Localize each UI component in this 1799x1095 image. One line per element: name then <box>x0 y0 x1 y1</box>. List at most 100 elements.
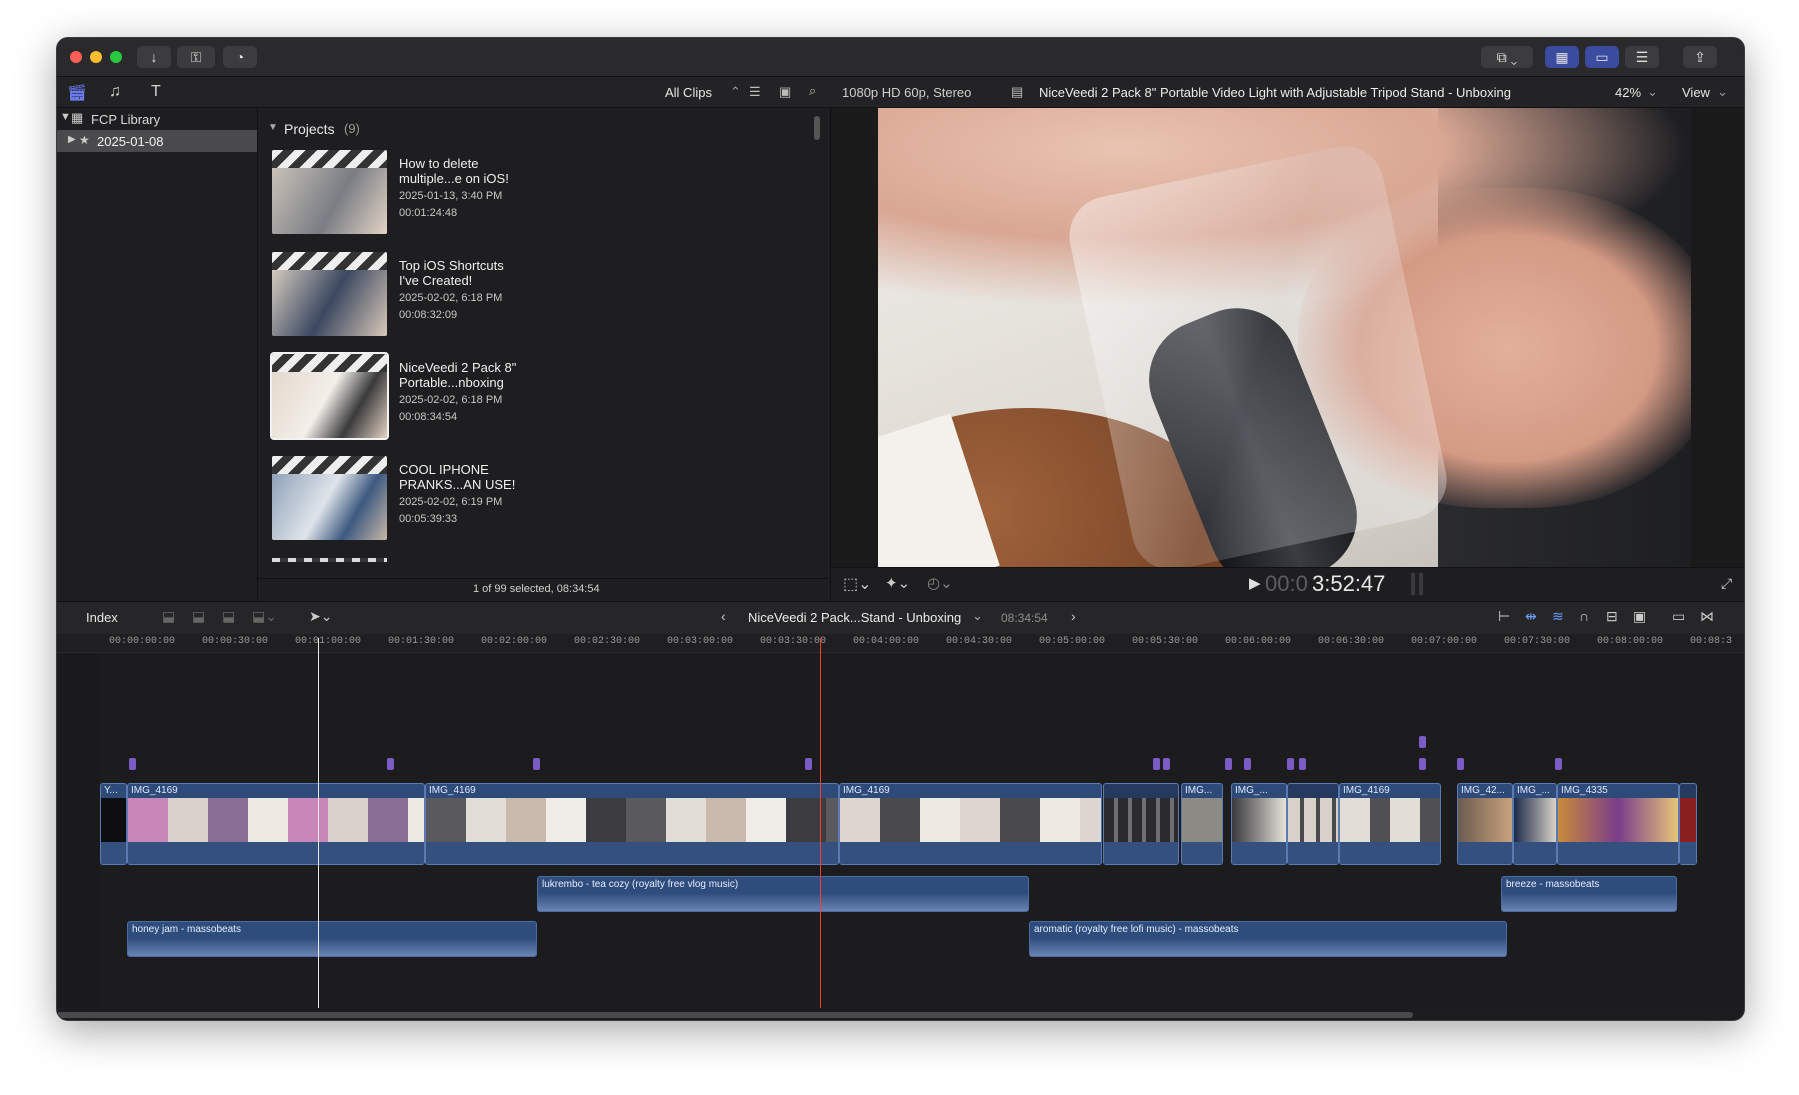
marker[interactable] <box>1419 758 1426 770</box>
view-menu[interactable]: View <box>1682 85 1710 100</box>
ruler-tick: 00:05:00:00 <box>1039 636 1106 647</box>
project-item[interactable]: Top iOS Shortcuts I've Created! 2025-02-… <box>272 252 732 348</box>
video-clip[interactable]: IMG_4169 <box>425 783 839 865</box>
marker[interactable] <box>1457 758 1464 770</box>
timeline-scrollbar[interactable] <box>57 1012 1413 1018</box>
event-row[interactable]: ▶ ★ 2025-01-08 <box>57 130 257 152</box>
timeline-left-gutter <box>57 653 99 1008</box>
video-clip[interactable]: IMG_4169 <box>127 783 425 865</box>
connect-clip-icon[interactable]: ⬓ <box>162 608 175 625</box>
browser-toggle-button[interactable]: ▦ <box>1545 46 1579 68</box>
waveform-icon[interactable]: ≋ <box>1552 608 1564 625</box>
clip-filter-menu[interactable]: All Clips <box>665 85 712 100</box>
index-button[interactable]: Index <box>86 610 118 625</box>
snapping-icon[interactable]: ⊟ <box>1606 608 1618 625</box>
forward-arrow-icon[interactable]: › <box>1071 608 1076 624</box>
viewer: ⬚⌄ ✦⌄ ◴⌄ ▶ 00:0 3:52:47 ⤢ <box>830 108 1744 601</box>
project-item-selected[interactable]: NiceVeedi 2 Pack 8" Portable...nboxing 2… <box>270 352 732 450</box>
transitions-icon[interactable]: ⋈ <box>1700 608 1714 625</box>
timeline-ruler[interactable]: 00:00:00:00 00:00:30:00 00:01:00:00 00:0… <box>57 634 1744 653</box>
back-arrow-icon[interactable]: ‹ <box>721 608 726 624</box>
photos-audio-icon[interactable]: ♫ <box>109 83 121 101</box>
clip-appearance-button[interactable]: ⧉ ⌄ <box>1481 46 1533 68</box>
marker[interactable] <box>1244 758 1251 770</box>
ruler-tick: 00:05:30:00 <box>1132 636 1199 647</box>
video-clip[interactable] <box>1679 783 1697 865</box>
share-button[interactable]: ⇪ <box>1683 46 1717 68</box>
marker[interactable] <box>1153 758 1160 770</box>
titles-generators-icon[interactable]: T <box>151 83 161 101</box>
ruler-tick: 00:06:00:00 <box>1225 636 1292 647</box>
marker[interactable] <box>1299 758 1306 770</box>
filmstrip-view-icon[interactable]: ▣ <box>779 84 791 100</box>
skimming-icon[interactable]: ⊢ <box>1498 608 1510 625</box>
video-clip[interactable]: IMG... <box>1181 783 1223 865</box>
minimize-window-button[interactable] <box>90 51 102 63</box>
marker[interactable] <box>387 758 394 770</box>
timecode-dim: 00:0 <box>1265 571 1308 596</box>
audio-skimming-icon[interactable]: ⇹ <box>1525 608 1537 625</box>
video-clip[interactable]: IMG_42... <box>1457 783 1513 865</box>
project-thumbnail <box>272 252 387 336</box>
video-clip[interactable]: IMG_4169 <box>839 783 1102 865</box>
timeline-toggle-button[interactable]: ▭ <box>1585 46 1619 68</box>
search-icon[interactable]: ⌕ <box>809 83 816 99</box>
video-clip[interactable]: Y... <box>100 783 127 865</box>
video-clip[interactable]: IMG_... <box>1231 783 1287 865</box>
retime-icon[interactable]: ◴⌄ <box>927 574 953 592</box>
video-frame[interactable] <box>878 108 1691 567</box>
zoom-menu[interactable]: 42% <box>1615 85 1641 100</box>
video-clip-group[interactable] <box>1103 783 1179 865</box>
background-tasks-button[interactable]: ◔ <box>223 46 257 68</box>
project-item[interactable]: COOL IPHONE PRANKS...AN USE! 2025-02-02,… <box>272 456 732 552</box>
project-duration: 00:08:34:54 <box>399 411 458 423</box>
disclosure-open-icon[interactable]: ▼ <box>60 111 71 123</box>
audio-clip[interactable]: honey jam - massobeats <box>127 921 537 957</box>
video-clip[interactable]: IMG_4169 <box>1339 783 1441 865</box>
timecode-display[interactable]: 3:52:47 <box>1312 571 1385 597</box>
video-clip-group[interactable] <box>1287 783 1339 865</box>
marker[interactable] <box>1555 758 1562 770</box>
marker[interactable] <box>1163 758 1170 770</box>
marker[interactable] <box>1419 736 1426 748</box>
project-date: 2025-02-02, 6:18 PM <box>399 394 503 406</box>
skimmer[interactable] <box>318 638 319 1008</box>
video-clip[interactable]: IMG_4335 <box>1557 783 1679 865</box>
disclosure-open-icon[interactable]: ▼ <box>268 122 278 133</box>
import-button[interactable]: ↓ <box>137 46 171 68</box>
viewer-title: NiceVeedi 2 Pack 8" Portable Video Light… <box>1039 85 1511 100</box>
inspector-toggle-button[interactable]: ☰ <box>1625 46 1659 68</box>
play-icon[interactable]: ▶ <box>1249 574 1261 592</box>
fullscreen-icon[interactable]: ⤢ <box>1721 575 1732 592</box>
video-clip[interactable]: IMG_... <box>1513 783 1557 865</box>
libraries-icon[interactable]: 🎬︎ <box>67 83 87 103</box>
browser-scrollbar[interactable] <box>814 116 820 140</box>
audio-clip[interactable]: breeze - massobeats <box>1501 876 1677 912</box>
overwrite-clip-icon[interactable]: ⬓⌄ <box>252 608 277 625</box>
select-tool-icon[interactable]: ➤⌄ <box>309 608 332 625</box>
project-thumbnail <box>272 150 387 234</box>
marker[interactable] <box>1287 758 1294 770</box>
audio-clip[interactable]: aromatic (royalty free lofi music) - mas… <box>1029 921 1507 957</box>
marker[interactable] <box>533 758 540 770</box>
disclosure-closed-icon[interactable]: ▶ <box>68 134 76 145</box>
close-window-button[interactable] <box>70 51 82 63</box>
enhance-wand-icon[interactable]: ✦⌄ <box>885 574 910 592</box>
clip-appearance-icon[interactable]: ▣ <box>1633 608 1646 625</box>
append-clip-icon[interactable]: ⬓ <box>222 608 235 625</box>
audio-clip[interactable]: lukrembo - tea cozy (royalty free vlog m… <box>537 876 1029 912</box>
transform-icon[interactable]: ⬚⌄ <box>843 574 872 594</box>
marker[interactable] <box>129 758 136 770</box>
zoom-window-button[interactable] <box>110 51 122 63</box>
marker[interactable] <box>1225 758 1232 770</box>
insert-clip-icon[interactable]: ⬓ <box>192 608 205 625</box>
timeline-project-name[interactable]: NiceVeedi 2 Pack...Stand - Unboxing <box>748 610 961 625</box>
timeline-index-icon[interactable]: ▭ <box>1672 608 1685 625</box>
headphones-icon[interactable]: ∩ <box>1579 608 1589 624</box>
library-name[interactable]: FCP Library <box>91 112 160 127</box>
playhead[interactable] <box>820 638 821 1008</box>
keywords-button[interactable]: ⚿ <box>177 46 215 68</box>
project-item[interactable]: How to delete multiple...e on iOS! 2025-… <box>272 150 732 246</box>
marker[interactable] <box>805 758 812 770</box>
list-view-icon[interactable]: ☰ <box>749 84 761 100</box>
